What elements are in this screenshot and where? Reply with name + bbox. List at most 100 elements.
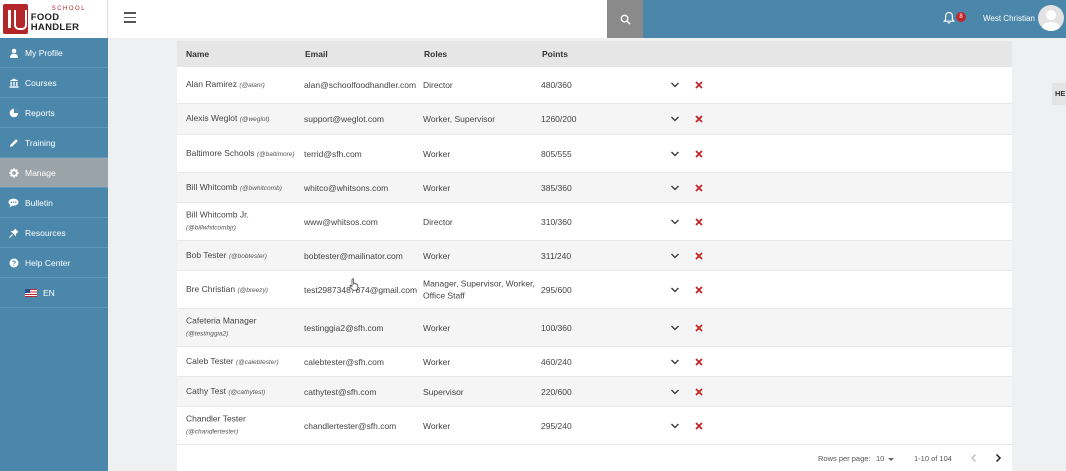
sidebar-item-label: My Profile bbox=[25, 47, 63, 58]
delete-icon[interactable] bbox=[695, 183, 703, 192]
user-roles-cell: Worker, Supervisor bbox=[423, 113, 496, 124]
user-roles-cell: Worker bbox=[423, 182, 451, 193]
user-name-cell: Alexis Weglot (@weglot) bbox=[186, 112, 298, 127]
menu-icon[interactable] bbox=[124, 12, 136, 23]
sidebar-item-my-profile[interactable]: My Profile bbox=[0, 38, 108, 68]
user-points-cell: 480/360 bbox=[541, 79, 572, 90]
user-name-cell: Baltimore Schools (@baltimore) bbox=[186, 146, 298, 161]
chevron-down-icon[interactable] bbox=[670, 286, 680, 294]
delete-icon[interactable] bbox=[695, 251, 703, 260]
user-handle: (@chandlertester) bbox=[186, 428, 239, 436]
chevron-right-icon[interactable] bbox=[993, 452, 1003, 464]
rows-per-page-select[interactable]: 10 bbox=[876, 454, 895, 463]
user-full-name: Alexis Weglot bbox=[186, 112, 238, 123]
user-points-cell: 100/360 bbox=[541, 322, 572, 333]
delete-icon[interactable] bbox=[695, 149, 703, 158]
user-full-name: Bob Tester bbox=[186, 249, 227, 260]
user-full-name: Cathy Test bbox=[186, 385, 227, 396]
delete-icon[interactable] bbox=[695, 115, 703, 123]
help-tab[interactable]: HE bbox=[1052, 83, 1066, 105]
column-header-email[interactable]: Email bbox=[305, 49, 328, 59]
chevron-left-icon[interactable] bbox=[969, 452, 979, 464]
language-selector[interactable]: EN bbox=[0, 278, 108, 308]
user-full-name: Alan Ramirez bbox=[186, 78, 238, 89]
table-row[interactable]: Bre Christian (@breezy) test29873487874@g… bbox=[177, 271, 1012, 309]
user-roles-cell: Worker bbox=[423, 356, 451, 367]
sidebar-item-help-center[interactable]: ? Help Center bbox=[0, 248, 108, 278]
mouse-pointer-icon bbox=[349, 278, 359, 291]
table-row[interactable]: Alexis Weglot (@weglot) support@weglot.co… bbox=[177, 104, 1012, 135]
sidebar-item-bulletin[interactable]: Bulletin bbox=[0, 188, 108, 218]
column-header-roles[interactable]: Roles bbox=[424, 49, 447, 59]
user-handle: (@billwhitcombjr) bbox=[186, 224, 236, 232]
logo[interactable]: SCHOOL FOOD HANDLER bbox=[0, 0, 108, 38]
sidebar-item-training[interactable]: Training bbox=[0, 128, 108, 158]
delete-icon[interactable] bbox=[695, 421, 703, 430]
table-row[interactable]: Bill Whitcomb Jr. (@billwhitcombjr) www@w… bbox=[177, 203, 1012, 241]
chevron-down-icon[interactable] bbox=[670, 388, 680, 396]
gear-icon bbox=[8, 167, 19, 178]
delete-icon[interactable] bbox=[695, 81, 703, 89]
rows-per-page-label: Rows per page: bbox=[818, 454, 871, 463]
library-icon bbox=[8, 77, 19, 88]
chat-icon bbox=[8, 197, 19, 208]
logo-icon bbox=[3, 4, 28, 34]
chevron-down-icon[interactable] bbox=[670, 358, 680, 366]
user-email-cell: test29873487874@gmail.com bbox=[304, 284, 418, 295]
sidebar-item-courses[interactable]: Courses bbox=[0, 68, 108, 98]
user-handle: (@testinggia2) bbox=[186, 330, 229, 338]
sidebar-item-resources[interactable]: Resources bbox=[0, 218, 108, 248]
table-row[interactable]: Baltimore Schools (@baltimore) terrid@sfh… bbox=[177, 135, 1012, 173]
chevron-down-icon[interactable] bbox=[670, 422, 680, 430]
table-row[interactable]: Alan Ramirez (@alanr) alan@schoolfoodhand… bbox=[177, 67, 1012, 104]
column-header-points[interactable]: Points bbox=[542, 49, 568, 59]
user-email-cell: bobtester@mailinator.com bbox=[304, 250, 403, 261]
table-header: Name Email Roles Points bbox=[177, 41, 1012, 67]
delete-icon[interactable] bbox=[695, 285, 703, 294]
delete-icon[interactable] bbox=[695, 323, 703, 332]
sidebar-item-reports[interactable]: Reports bbox=[0, 98, 108, 128]
delete-icon[interactable] bbox=[695, 357, 703, 366]
table-row[interactable]: Bob Tester (@bobtester) bobtester@mailina… bbox=[177, 241, 1012, 271]
user-handle: (@baltimore) bbox=[256, 150, 295, 158]
table-row[interactable]: Cafeteria Manager (@testinggia2) testingg… bbox=[177, 309, 1012, 347]
table-row[interactable]: Cathy Test (@cathytest) cathytest@sfh.com… bbox=[177, 377, 1012, 407]
user-email-cell: alan@schoolfoodhandler.com bbox=[304, 79, 417, 90]
sidebar-item-label: Bulletin bbox=[25, 197, 53, 208]
chevron-down-icon[interactable] bbox=[670, 81, 680, 89]
user-handle: (@breezy) bbox=[237, 286, 268, 294]
delete-icon[interactable] bbox=[695, 387, 703, 396]
chevron-down-icon[interactable] bbox=[670, 184, 680, 192]
sidebar-item-label: Training bbox=[25, 137, 56, 148]
table-row[interactable]: Chandler Tester (@chandlertester) chandle… bbox=[177, 407, 1012, 445]
search-input[interactable] bbox=[108, 0, 607, 38]
user-points-cell: 460/240 bbox=[541, 356, 572, 367]
pin-icon bbox=[8, 227, 19, 238]
table-row[interactable]: Caleb Tester (@calebtester) calebtester@s… bbox=[177, 347, 1012, 377]
delete-icon[interactable] bbox=[695, 217, 703, 226]
pie-chart-icon bbox=[8, 107, 19, 118]
chevron-down-icon[interactable] bbox=[670, 150, 680, 158]
user-points-cell: 1260/200 bbox=[541, 113, 577, 124]
user-points-cell: 311/240 bbox=[541, 250, 572, 261]
user-roles-cell: Worker bbox=[423, 322, 451, 333]
avatar-icon[interactable] bbox=[1038, 5, 1064, 31]
bell-icon[interactable] bbox=[943, 11, 955, 25]
chevron-down-icon[interactable] bbox=[670, 218, 680, 226]
user-name-cell: Caleb Tester (@calebtester) bbox=[186, 354, 298, 369]
sidebar-item-manage[interactable]: Manage bbox=[0, 158, 108, 188]
sidebar-item-label: Courses bbox=[25, 77, 57, 88]
user-roles-cell: Worker bbox=[423, 250, 451, 261]
table-row[interactable]: Bill Whitcomb (@bwhitcomb) whitco@whitson… bbox=[177, 173, 1012, 203]
chevron-down-icon[interactable] bbox=[670, 252, 680, 260]
column-header-name[interactable]: Name bbox=[186, 49, 209, 59]
chevron-down-icon[interactable] bbox=[670, 115, 680, 123]
search-button[interactable] bbox=[607, 0, 643, 38]
chevron-down-icon[interactable] bbox=[670, 324, 680, 332]
sidebar: My Profile Courses Reports Training Mana… bbox=[0, 38, 108, 471]
user-name[interactable]: West Christian bbox=[983, 14, 1035, 23]
pagination-range: 1-10 of 104 bbox=[914, 454, 952, 463]
user-email-cell: whitco@whitsons.com bbox=[304, 182, 389, 193]
user-full-name: Bre Christian bbox=[186, 283, 236, 294]
language-label: EN bbox=[43, 287, 55, 298]
